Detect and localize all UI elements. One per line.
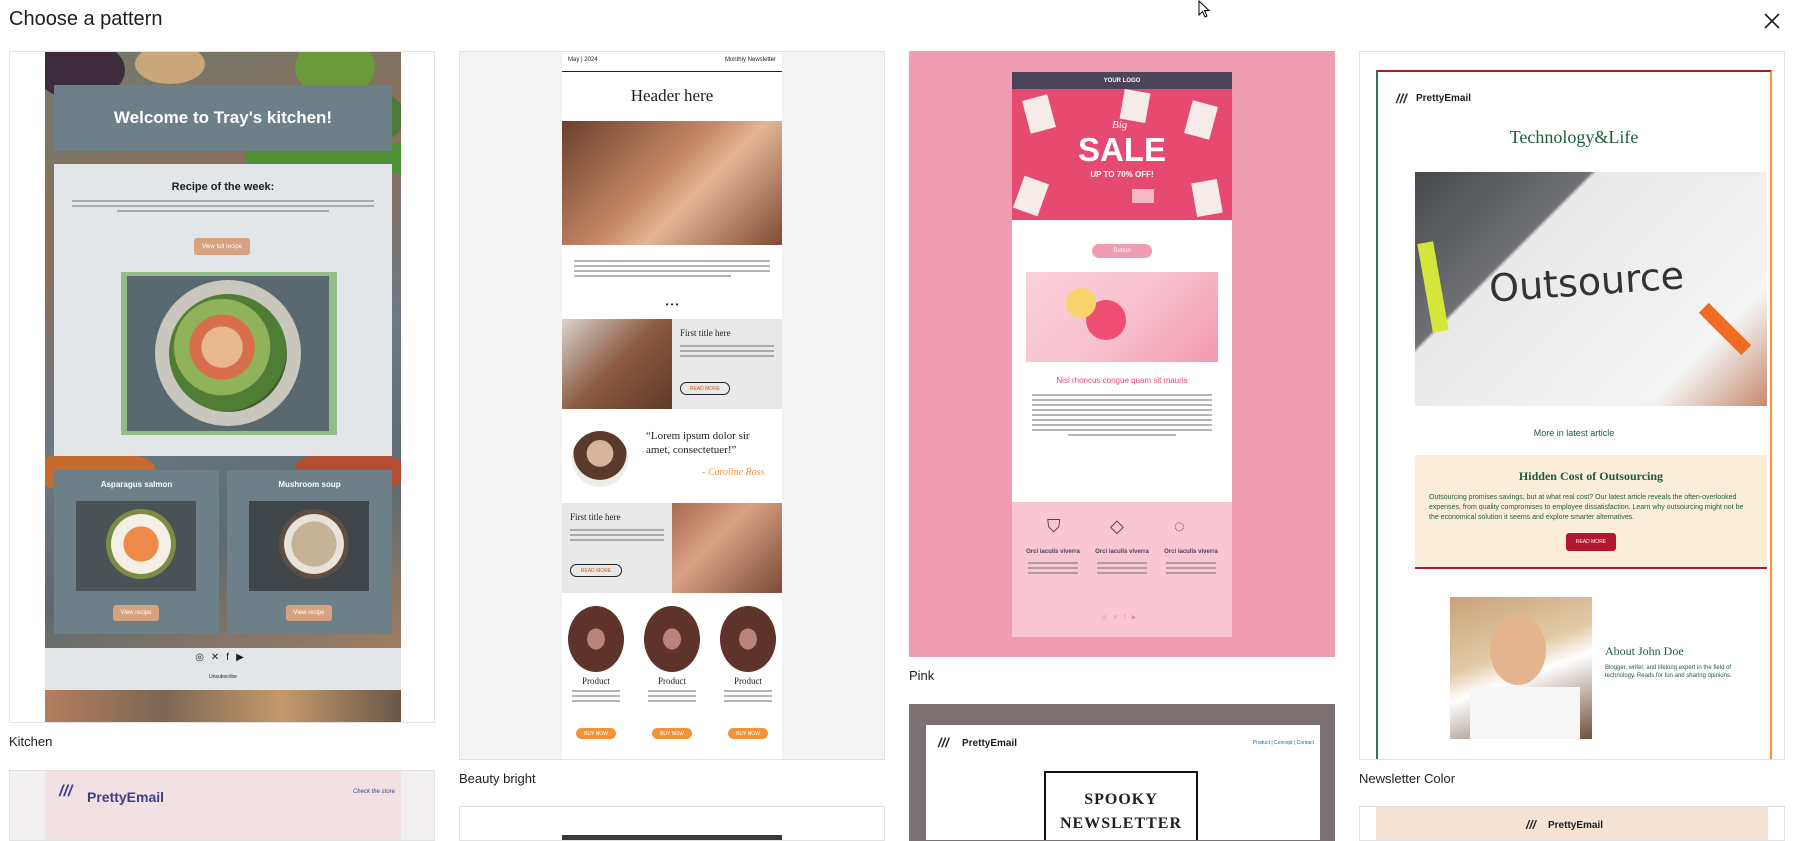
beauty-first-title-1: First title here	[680, 328, 731, 338]
kitchen-item1-button: View recipe	[113, 605, 159, 621]
pretty-pink-preview: /// PrettyEmail Check the store	[45, 771, 401, 840]
kitchen-item2-button: View recipe	[286, 605, 332, 621]
kitchen-social-icons: ◎✕f▶	[195, 652, 251, 663]
pink-preview: YOUR LOGO Big SALE UP TO 70% OFF! Button…	[1012, 72, 1232, 637]
spooky-title-1: SPOOKY	[1084, 791, 1158, 808]
beauty-header: Header here	[630, 86, 714, 105]
pretty-pink-link: Check the store	[352, 789, 395, 795]
beauty-first-title-2: First title here	[570, 512, 621, 522]
pattern-card-beauty-bright[interactable]: May | 2024 Monthly Newsletter Header her…	[459, 51, 885, 760]
beauty-preview: May | 2024 Monthly Newsletter Header her…	[562, 52, 782, 759]
pink-feature-3: Orci iaculis viverra	[1164, 549, 1218, 555]
spooky-title-2: NEWSLETTER	[1059, 815, 1183, 832]
pink-logo: YOUR LOGO	[1103, 77, 1141, 84]
spooky-brand: PrettyEmail	[962, 738, 1018, 749]
spooky-logo-icon: ///	[938, 735, 949, 750]
nc-box-text: Outsourcing promises savings, but at wha…	[1429, 494, 1744, 521]
beauty-date: May | 2024	[568, 57, 598, 63]
beauty-read-more-2: READ MORE	[570, 564, 622, 577]
pink-social-icons: ◎✕f▶	[1101, 615, 1143, 621]
pink-shield-icon: ⛉	[1047, 516, 1061, 536]
nc-about-text: Blogger, writer, and lifelong expert in …	[1605, 665, 1732, 679]
beauty-newsletter-label: Monthly Newsletter	[724, 57, 776, 63]
kitchen-hero-title: Welcome to Tray's kitchen!	[113, 108, 333, 127]
pretty-pink-brand: PrettyEmail	[87, 789, 165, 805]
pretty-beige-preview: /// PrettyEmail	[1376, 807, 1768, 840]
pink-feature-1: Orci iaculis viverra	[1026, 549, 1080, 555]
nc-photo-word: Outsource	[1487, 253, 1686, 311]
pattern-caption-kitchen: Kitchen	[9, 734, 53, 749]
kitchen-item2-title: Mushroom soup	[278, 480, 341, 489]
pattern-card-newsletter-color[interactable]: /// PrettyEmail Technology&Life Outsourc…	[1359, 51, 1785, 760]
nc-more: More in latest article	[1533, 428, 1615, 438]
pink-feature-2: Orci iaculis viverra	[1095, 549, 1149, 555]
nc-read-more: READ MORE	[1566, 533, 1616, 551]
pattern-card-pink[interactable]: YOUR LOGO Big SALE UP TO 70% OFF! Button…	[909, 51, 1335, 657]
pink-sale-sub: UP TO 70% OFF!	[1090, 170, 1154, 179]
spooky-preview: /// PrettyEmail Product | Concept | Cont…	[926, 725, 1320, 840]
mouse-cursor-icon	[1198, 0, 1212, 25]
newsletter-color-preview: /// PrettyEmail Technology&Life Outsourc…	[1376, 70, 1772, 759]
pretty-beige-brand: PrettyEmail	[1548, 820, 1604, 831]
beauty-buy-now-1: BUY NOW	[576, 728, 616, 739]
pattern-caption-newsletter-color: Newsletter Color	[1359, 771, 1456, 786]
beauty-product-1: Product	[582, 676, 610, 686]
pink-button: Button	[1092, 244, 1152, 258]
beauty-product-3: Product	[734, 676, 762, 686]
pink-sale-small: Big	[1112, 119, 1128, 131]
nc-title: Technology&Life	[1509, 127, 1639, 147]
nc-brand: PrettyEmail	[1416, 93, 1472, 104]
close-icon	[1764, 13, 1780, 29]
spooky-links: Product | Concept | Contact	[1252, 740, 1314, 746]
pretty-pink-logo-icon: ///	[59, 783, 73, 800]
kitchen-unsubscribe: Unsubscribe	[209, 674, 237, 680]
kitchen-item1-title: Asparagus salmon	[100, 480, 173, 489]
beauty-read-more-1: READ MORE	[680, 382, 730, 395]
nc-logo-icon: ///	[1396, 91, 1407, 106]
pink-chat-icon: ◌	[1174, 516, 1185, 536]
kitchen-preview: Welcome to Tray's kitchen! Recipe of the…	[45, 52, 401, 722]
beauty-buy-now-2: BUY NOW	[652, 728, 692, 739]
beauty-buy-now-3: BUY NOW	[728, 728, 768, 739]
pink-sale: SALE	[1077, 131, 1166, 168]
nc-box-title: Hidden Cost of Outsourcing	[1518, 469, 1664, 483]
dialog-title: Choose a pattern	[9, 8, 163, 30]
beauty-quote: “Lorem ipsum dolor sir amet, consectetue…	[646, 430, 750, 456]
pretty-beige-logo-icon: ///	[1526, 818, 1537, 832]
pattern-caption-pink: Pink	[909, 668, 935, 683]
kitchen-recipe-button: View full recipe	[194, 238, 250, 255]
beauty-signature: - Caroline Ross	[702, 467, 765, 478]
pattern-caption-beauty-bright: Beauty bright	[459, 771, 536, 786]
pink-tag-icon: ◇	[1110, 516, 1124, 536]
nc-about-title: About John Doe	[1605, 644, 1684, 658]
pattern-card-spooky[interactable]: /// PrettyEmail Product | Concept | Cont…	[909, 704, 1335, 841]
kitchen-recipe-title: Recipe of the week:	[171, 181, 275, 193]
beauty-product-2: Product	[658, 676, 686, 686]
pink-headline: Nisl rhoncus congue quam sit mauris	[1056, 376, 1188, 385]
pattern-card-pretty-beige[interactable]: /// PrettyEmail	[1359, 806, 1785, 841]
close-button[interactable]	[1758, 7, 1786, 35]
pattern-card-kitchen[interactable]: Welcome to Tray's kitchen! Recipe of the…	[9, 51, 435, 723]
pattern-card-dark[interactable]	[459, 806, 885, 841]
pattern-card-pretty-pink[interactable]: /// PrettyEmail Check the store	[9, 770, 435, 841]
